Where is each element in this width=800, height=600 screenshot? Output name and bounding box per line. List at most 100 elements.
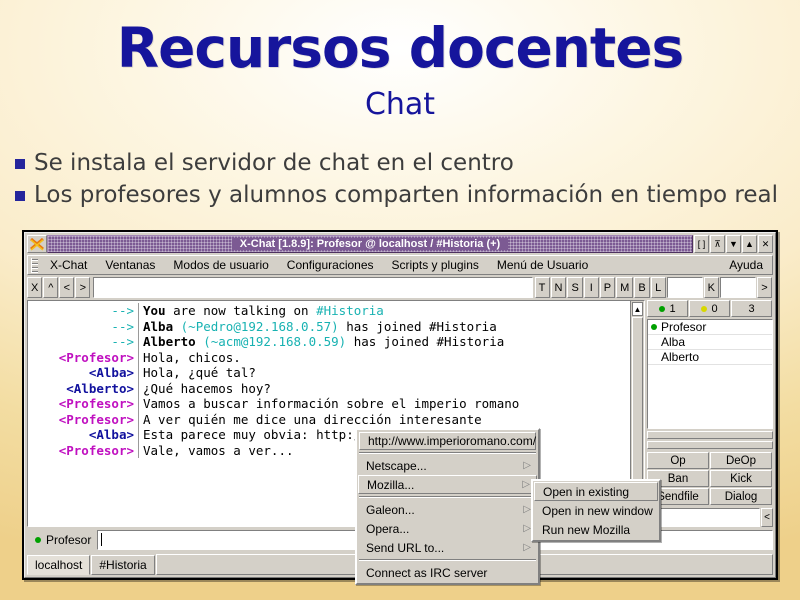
- chat-line-nick[interactable]: <Profesor>: [28, 396, 138, 412]
- text-caret: [101, 533, 103, 546]
- bullet-text: Los profesores y alumnos comparten infor…: [34, 181, 779, 208]
- menu-usuario[interactable]: Menú de Usuario: [488, 258, 597, 272]
- submenu-arrow-icon: ▷: [523, 523, 531, 534]
- sidebar-input[interactable]: [647, 508, 760, 527]
- browser-submenu-item-label: Open in existing: [543, 484, 630, 499]
- chat-line-message: Alba (~Pedro@192.168.0.57) has joined #H…: [143, 318, 497, 334]
- user-list-item[interactable]: Alberto: [648, 350, 772, 365]
- minimize-button[interactable]: ▼: [726, 235, 741, 253]
- chat-line: <Alba> Esta parece muy obvia: http://www.…: [28, 427, 644, 443]
- key-input[interactable]: [720, 277, 756, 298]
- menu-xchat[interactable]: X-Chat: [41, 258, 96, 272]
- bullet-square-icon: [15, 159, 25, 170]
- url-menu-item[interactable]: Mozilla... ▷: [358, 475, 537, 494]
- mode-flag-m[interactable]: M: [616, 277, 634, 298]
- bullet-text: Se instala el servidor de chat en el cen…: [34, 150, 514, 176]
- deop-button[interactable]: DeOp: [710, 452, 772, 469]
- chat-line-nick[interactable]: -->: [28, 319, 138, 335]
- submenu-arrow-icon: ▷: [523, 504, 531, 515]
- menu-ayuda[interactable]: Ayuda: [720, 258, 772, 272]
- menu-modos-usuario[interactable]: Modos de usuario: [164, 258, 277, 272]
- shade-button[interactable]: [ ]: [694, 235, 709, 253]
- chat-line: <Alberto> ¿Qué hacemos hoy?: [28, 380, 644, 397]
- voiced-count[interactable]: 0: [689, 300, 730, 317]
- browser-submenu-item[interactable]: Open in existing: [534, 482, 658, 501]
- menu-scripts-plugins[interactable]: Scripts y plugins: [383, 258, 488, 272]
- user-name: Profesor: [661, 320, 707, 334]
- ops-count[interactable]: 1: [647, 300, 688, 317]
- submenu-arrow-icon: ▷: [523, 460, 531, 471]
- nick-label[interactable]: Profesor: [27, 533, 97, 547]
- mode-flag-s[interactable]: S: [567, 277, 583, 298]
- menu-configuraciones[interactable]: Configuraciones: [278, 258, 383, 272]
- mode-toolbar: X ^ < > T N S I P M B L K >: [27, 277, 773, 298]
- op-dot-icon: [651, 324, 657, 330]
- tab-historia[interactable]: #Historia: [91, 555, 155, 575]
- stick-button[interactable]: ⊼: [710, 235, 725, 253]
- tab-localhost[interactable]: localhost: [27, 555, 91, 575]
- dialog-button[interactable]: Dialog: [710, 488, 772, 505]
- url-menu-item-label: Opera...: [366, 521, 410, 536]
- url-menu-item-label: Netscape...: [366, 458, 427, 473]
- mode-key-button[interactable]: K: [703, 277, 719, 298]
- total-count[interactable]: 3: [731, 300, 772, 317]
- topic-input[interactable]: [93, 277, 533, 298]
- sidebar-arrow-button[interactable]: <: [761, 508, 773, 527]
- url-menu-item[interactable]: Connect as IRC server: [358, 563, 537, 582]
- mode-more-button[interactable]: >: [757, 277, 772, 298]
- chat-line: <Profesor> Hola, chicos.: [28, 349, 644, 366]
- limit-input[interactable]: [666, 277, 703, 298]
- op-button[interactable]: Op: [647, 452, 709, 469]
- browser-submenu-item[interactable]: Open in new window: [534, 501, 658, 520]
- up-button[interactable]: ^: [43, 277, 59, 298]
- chat-line-message: ¿Qué hacemos hoy?: [143, 380, 271, 396]
- userlist-hscrollbar[interactable]: [647, 431, 773, 439]
- close-button[interactable]: ✕: [758, 235, 773, 253]
- shade-icon: [ ]: [697, 239, 706, 249]
- chat-line-nick[interactable]: <Alba>: [28, 365, 138, 381]
- prev-button[interactable]: <: [59, 277, 75, 298]
- scroll-up-icon[interactable]: ▲: [632, 302, 643, 316]
- userlist-hscrollbar-2[interactable]: [647, 441, 773, 449]
- url-menu-item[interactable]: Netscape... ▷: [358, 456, 537, 475]
- menu-ventanas[interactable]: Ventanas: [96, 258, 164, 272]
- chat-line-nick[interactable]: <Alba>: [28, 427, 138, 443]
- green-dot-icon: [659, 305, 666, 312]
- browser-submenu-item[interactable]: Run new Mozilla: [534, 520, 658, 539]
- user-name: Alba: [661, 335, 686, 349]
- chat-line-nick[interactable]: <Profesor>: [28, 412, 138, 428]
- kick-button[interactable]: Kick: [710, 470, 772, 487]
- user-list-item[interactable]: Profesor: [648, 320, 772, 335]
- chat-line-nick[interactable]: -->: [28, 334, 138, 350]
- chat-line-message: Vamos a buscar información sobre el impe…: [143, 396, 520, 411]
- maximize-button[interactable]: ▲: [742, 235, 757, 253]
- user-list-item[interactable]: Alba: [648, 335, 772, 350]
- url-menu-item[interactable]: Send URL to... ▷: [358, 538, 537, 557]
- chat-line-nick[interactable]: <Alberto>: [28, 381, 138, 397]
- mode-flag-b[interactable]: B: [634, 277, 650, 298]
- mode-flag-i[interactable]: I: [583, 277, 599, 298]
- titlebar-drag-area[interactable]: X-Chat [1.8.9]: Profesor @ localhost / #…: [47, 235, 693, 253]
- menubar-grip[interactable]: [31, 257, 38, 273]
- chat-line-nick[interactable]: -->: [28, 303, 138, 319]
- url-menu-item[interactable]: Opera... ▷: [358, 519, 537, 538]
- minimize-icon: ▼: [729, 239, 738, 249]
- close-channel-button[interactable]: X: [27, 277, 43, 298]
- chat-line-nick[interactable]: <Profesor>: [28, 350, 138, 366]
- url-menu-item-label: Mozilla...: [367, 477, 415, 492]
- chat-line: --> Alberto (~acm@192.168.0.59) has joine…: [28, 334, 644, 350]
- chat-line: <Profesor> Vamos a buscar información sob…: [28, 396, 644, 412]
- chat-line-nick[interactable]: <Profesor>: [28, 443, 138, 459]
- mode-flag-n[interactable]: N: [550, 277, 567, 298]
- url-menu-item[interactable]: Galeon... ▷: [358, 500, 537, 519]
- bullet-item: Los profesores y alumnos comparten infor…: [15, 181, 800, 210]
- url-menu-item-label: Galeon...: [366, 502, 415, 517]
- yellow-dot-icon: [701, 305, 708, 312]
- mode-flag-l[interactable]: L: [650, 277, 666, 298]
- user-list[interactable]: Profesor Alba Alberto: [647, 319, 773, 429]
- next-button[interactable]: >: [75, 277, 91, 298]
- mode-flag-p[interactable]: P: [599, 277, 616, 298]
- chat-line: <Alba> Hola, ¿qué tal?: [28, 365, 644, 381]
- mode-flag-t[interactable]: T: [534, 277, 550, 298]
- slide-subtitle: Chat: [364, 87, 436, 122]
